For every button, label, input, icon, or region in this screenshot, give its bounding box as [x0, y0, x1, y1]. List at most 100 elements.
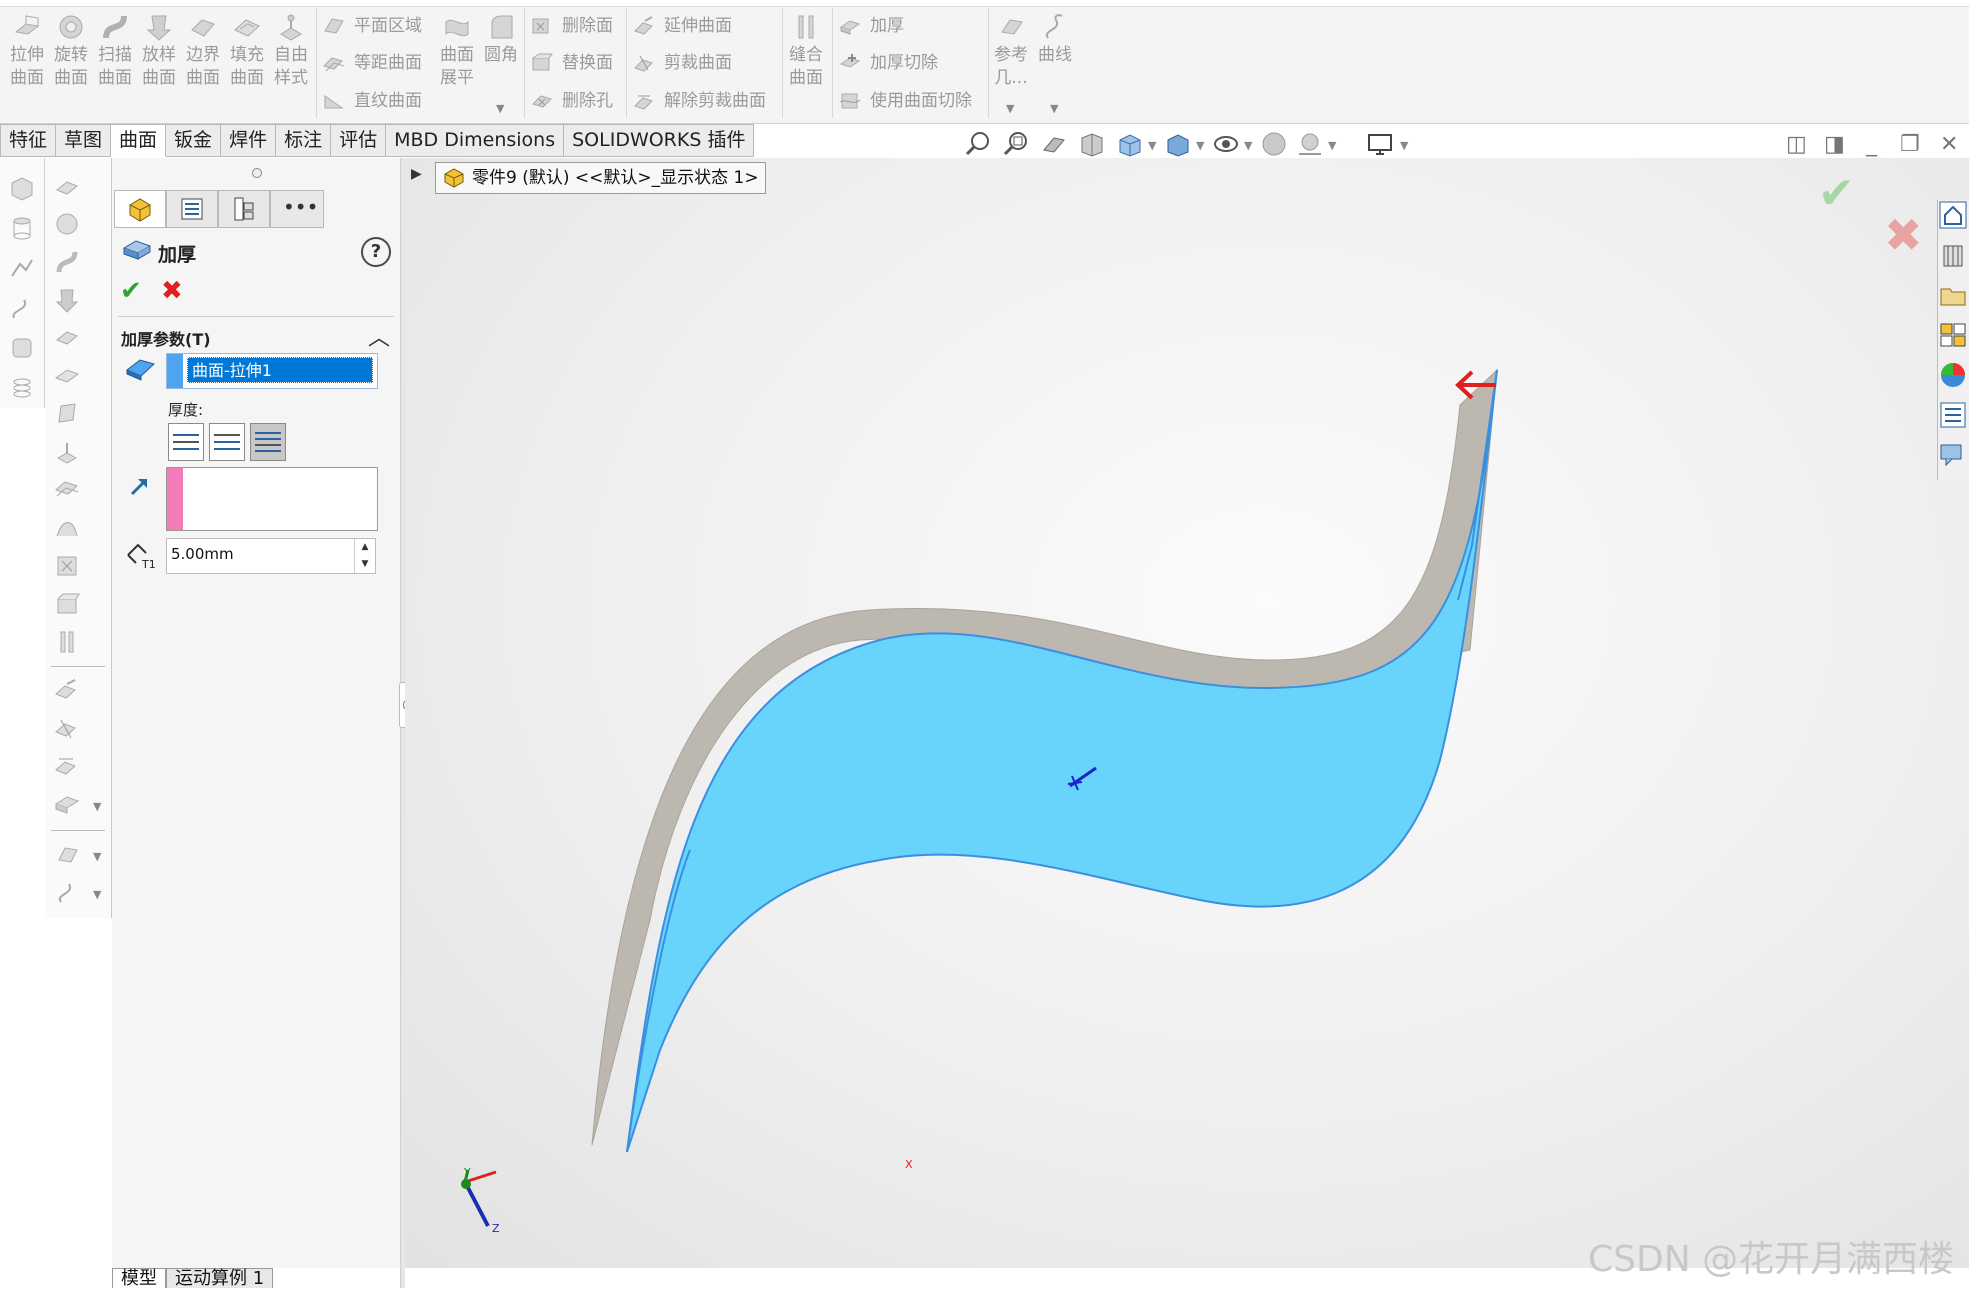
- thickness-input[interactable]: 5.00mm: [166, 538, 376, 574]
- thicken-side2-button[interactable]: [209, 423, 245, 461]
- hide-show-dropdown-icon[interactable]: ▼: [1244, 139, 1252, 152]
- sketch-line-icon[interactable]: [8, 254, 36, 282]
- knit-surface-button[interactable]: 缝合 曲面: [785, 12, 827, 90]
- feature-tree-expand-icon[interactable]: ▶: [411, 166, 422, 182]
- selected-surface-item[interactable]: 曲面-拉伸1: [187, 357, 373, 383]
- view-orientation-icon[interactable]: [1116, 130, 1144, 158]
- display-style-dropdown-icon[interactable]: ▼: [1196, 139, 1204, 152]
- view-settings-icon[interactable]: [1366, 130, 1394, 158]
- ruled-side-icon[interactable]: [53, 514, 81, 542]
- offset-surface-button[interactable]: 等距曲面: [322, 48, 422, 78]
- trim-surface-button[interactable]: 剪裁曲面: [632, 48, 732, 78]
- curves-dropdown-icon[interactable]: ▼: [1050, 102, 1058, 115]
- tab-evaluate[interactable]: 评估: [331, 124, 387, 157]
- thicken-cut-button[interactable]: 加厚切除: [838, 48, 938, 78]
- tile-left-icon[interactable]: ◫: [1786, 132, 1807, 157]
- tab-mbd-dimensions[interactable]: MBD Dimensions: [386, 124, 565, 157]
- confirm-corner-ok-icon[interactable]: ✔: [1818, 168, 1855, 219]
- thicken-side1-button[interactable]: [168, 423, 204, 461]
- spring-icon[interactable]: [8, 374, 36, 402]
- close-icon[interactable]: ✕: [1940, 132, 1958, 157]
- model-viewport[interactable]: [405, 158, 1969, 1268]
- revolved-surface-button[interactable]: 旋转 曲面: [50, 12, 92, 90]
- thicken-parameters-group-title[interactable]: 加厚参数(T): [121, 326, 211, 350]
- fill-side-icon[interactable]: [53, 362, 81, 390]
- curves-button[interactable]: 曲线: [1034, 12, 1076, 67]
- box-icon[interactable]: [8, 174, 36, 202]
- knit-side-icon[interactable]: [53, 628, 81, 656]
- tab-sheet-metal[interactable]: 钣金: [166, 124, 222, 157]
- reference-side-icon[interactable]: [53, 840, 81, 868]
- graphics-area[interactable]: X Y Z: [405, 158, 1969, 1268]
- boundary-side-icon[interactable]: [53, 324, 81, 352]
- apply-scene-icon[interactable]: [1296, 130, 1324, 158]
- thicken-side-dropdown-icon[interactable]: ▼: [93, 800, 101, 813]
- view-palette-icon[interactable]: [1938, 320, 1968, 350]
- filled-surface-button[interactable]: 填充 曲面: [226, 12, 268, 90]
- extend-surface-button[interactable]: 延伸曲面: [632, 11, 732, 41]
- display-style-icon[interactable]: [1164, 130, 1192, 158]
- reference-geometry-button[interactable]: 参考 几...: [990, 12, 1032, 90]
- forum-icon[interactable]: [1938, 440, 1968, 470]
- design-library-icon[interactable]: [1938, 240, 1968, 270]
- offset-side-icon[interactable]: [53, 476, 81, 504]
- restore-icon[interactable]: ❐: [1900, 132, 1920, 157]
- tab-property-manager[interactable]: [114, 190, 166, 228]
- fillet-button[interactable]: 圆角: [480, 12, 522, 67]
- tab-sketch[interactable]: 草图: [56, 124, 112, 157]
- apply-scene-dropdown-icon[interactable]: ▼: [1328, 139, 1336, 152]
- tab-features[interactable]: 特征: [0, 124, 57, 157]
- tile-right-icon[interactable]: ◨: [1824, 132, 1845, 157]
- tab-motion-study[interactable]: 运动算例 1: [166, 1268, 274, 1289]
- cancel-button[interactable]: ✖: [161, 276, 183, 306]
- delete-face-side-icon[interactable]: [53, 552, 81, 580]
- curve-side-dropdown-icon[interactable]: ▼: [93, 888, 101, 901]
- custom-properties-icon[interactable]: [1938, 400, 1968, 430]
- hide-show-items-icon[interactable]: [1212, 130, 1240, 158]
- cylinder-icon[interactable]: [8, 214, 36, 242]
- fillet-dropdown-icon[interactable]: ▼: [496, 102, 504, 115]
- cut-with-surface-button[interactable]: 使用曲面切除: [838, 86, 972, 116]
- shell-icon[interactable]: [8, 334, 36, 362]
- freeform-side-icon[interactable]: [53, 438, 81, 466]
- tab-property-list[interactable]: [166, 190, 218, 228]
- delete-hole-button[interactable]: 删除孔: [530, 86, 613, 116]
- curve-side-icon[interactable]: [53, 878, 81, 906]
- zoom-to-area-icon[interactable]: [1002, 130, 1030, 158]
- surface-flatten-button[interactable]: 曲面 展平: [436, 12, 478, 90]
- delete-face-button[interactable]: 删除面: [530, 11, 613, 41]
- boundary-surface-button[interactable]: 边界 曲面: [182, 12, 224, 90]
- tab-configuration-manager[interactable]: [218, 190, 270, 228]
- loft-side-icon[interactable]: [53, 286, 81, 314]
- thicken-both-sides-button[interactable]: [250, 423, 286, 461]
- reference-side-dropdown-icon[interactable]: ▼: [93, 850, 101, 863]
- ok-button[interactable]: ✔: [120, 276, 142, 306]
- view-settings-dropdown-icon[interactable]: ▼: [1400, 139, 1408, 152]
- minimize-icon[interactable]: _: [1866, 132, 1877, 157]
- replace-face-side-icon[interactable]: [53, 590, 81, 618]
- previous-view-icon[interactable]: [1040, 130, 1068, 158]
- section-view-icon[interactable]: [1078, 130, 1106, 158]
- extrude-surface-side-icon[interactable]: [53, 172, 81, 200]
- file-explorer-icon[interactable]: [1938, 280, 1968, 310]
- trim-side-icon[interactable]: [53, 714, 81, 742]
- extend-side-icon[interactable]: [53, 676, 81, 704]
- tab-markup[interactable]: 标注: [276, 124, 332, 157]
- feature-tree-breadcrumb[interactable]: 零件9 (默认) <<默认>_显示状态 1>: [435, 162, 766, 194]
- sweep-side-icon[interactable]: [53, 248, 81, 276]
- freeform-button[interactable]: 自由 样式: [270, 12, 312, 90]
- tab-model[interactable]: 模型: [112, 1268, 166, 1289]
- revolve-side-icon[interactable]: [53, 210, 81, 238]
- replace-face-button[interactable]: 替换面: [530, 48, 613, 78]
- surface-selection-box[interactable]: 曲面-拉伸1: [166, 353, 378, 389]
- spin-up-icon[interactable]: ▲: [355, 539, 375, 556]
- swept-surface-button[interactable]: 扫描 曲面: [94, 12, 136, 90]
- home-icon[interactable]: [1938, 200, 1968, 230]
- helix-curve-icon[interactable]: [8, 294, 36, 322]
- view-orientation-dropdown-icon[interactable]: ▼: [1148, 139, 1156, 152]
- spin-down-icon[interactable]: ▼: [355, 556, 375, 573]
- edit-appearance-icon[interactable]: [1260, 130, 1288, 158]
- thickness-spinner[interactable]: ▲ ▼: [354, 539, 375, 573]
- reference-geometry-dropdown-icon[interactable]: ▼: [1006, 102, 1014, 115]
- thicken-side-icon[interactable]: [53, 790, 81, 818]
